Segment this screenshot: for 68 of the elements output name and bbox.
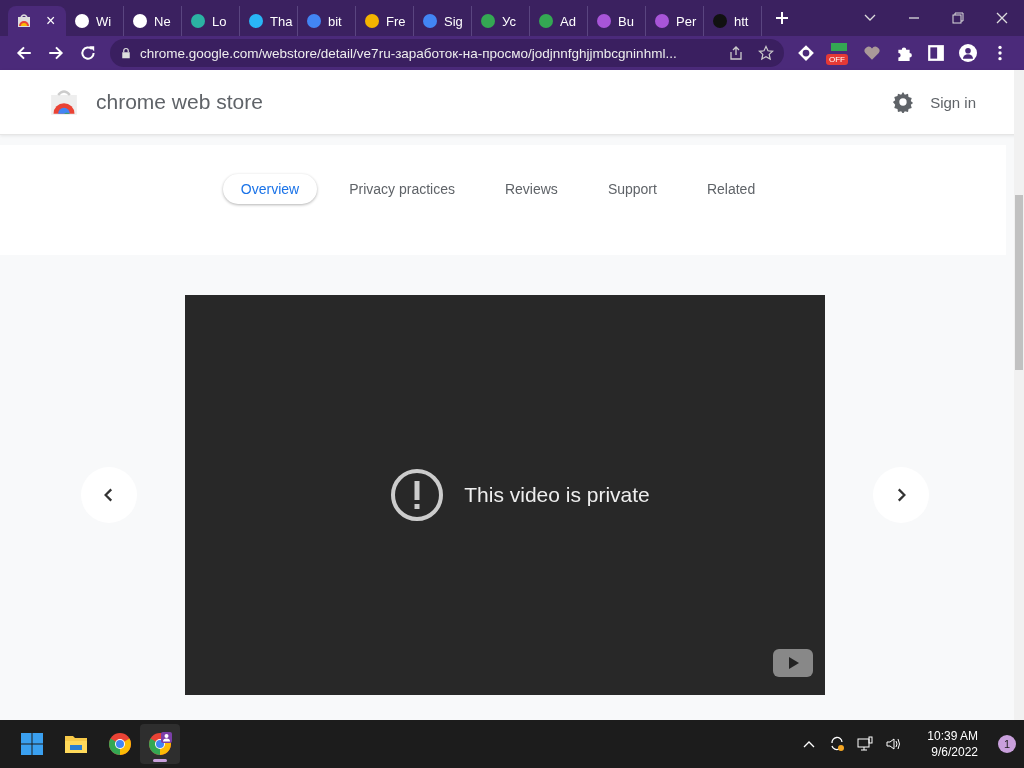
close-icon[interactable]: × — [46, 12, 56, 30]
tab-title: htt — [734, 13, 749, 29]
video-message: This video is private — [464, 483, 650, 507]
back-icon[interactable] — [15, 44, 33, 62]
forward-icon[interactable] — [47, 44, 65, 62]
clock-date: 9/6/2022 — [931, 745, 978, 759]
nav-tab[interactable]: Support — [589, 174, 675, 204]
windows-start-icon[interactable] — [20, 732, 44, 756]
notification-badge[interactable]: 1 — [998, 735, 1016, 753]
favicon-icon — [422, 13, 438, 29]
tab-title: Wi — [96, 13, 112, 29]
tab-title: Ad — [560, 13, 576, 29]
chrome-icon[interactable] — [108, 732, 132, 756]
video-player[interactable]: This video is private — [185, 295, 825, 695]
tab-title: Tha — [270, 13, 293, 29]
nav-tab[interactable]: Reviews — [486, 174, 576, 204]
nav-tab[interactable]: Overview — [222, 174, 318, 204]
sync-icon[interactable] — [829, 736, 846, 752]
profile-icon[interactable] — [959, 44, 977, 62]
tab-title: Sig — [444, 13, 463, 29]
store-icon — [16, 13, 32, 29]
address-bar[interactable]: chrome.google.com/webstore/detail/ve7ru-заработок-на-просмо/jodjnnfghjjmbcgninhml... — [110, 39, 784, 67]
favicon-icon — [480, 13, 496, 29]
close-icon[interactable] — [994, 10, 1010, 26]
reload-icon[interactable] — [79, 44, 97, 62]
favicon-icon — [306, 13, 322, 29]
heart-icon[interactable] — [863, 44, 881, 62]
tab-title: bit — [328, 13, 342, 29]
extension-button[interactable]: OFF — [826, 41, 852, 65]
nav-tab[interactable]: Related — [688, 174, 774, 204]
off-badge: OFF — [826, 54, 848, 65]
url-text: chrome.google.com/webstore/detail/ve7ru-заработок-на-просмо/jodjnnfghjjmbcgninhml... — [140, 45, 678, 61]
favicon-icon — [654, 13, 670, 29]
browser-tab[interactable]: × — [8, 6, 66, 36]
restore-icon[interactable] — [950, 10, 966, 26]
new-tab-icon[interactable] — [774, 10, 790, 26]
extension-icon[interactable] — [797, 44, 815, 62]
tab-title: Per — [676, 13, 697, 29]
side-panel-icon[interactable] — [927, 44, 945, 62]
favicon-icon — [596, 13, 612, 29]
store-title: chrome web store — [96, 90, 263, 114]
volume-icon[interactable] — [885, 736, 902, 752]
sign-in-link[interactable]: Sign in — [930, 93, 976, 111]
share-icon[interactable] — [728, 45, 744, 61]
chrome-profile-button[interactable] — [140, 724, 180, 764]
settings-icon[interactable] — [892, 91, 915, 113]
star-icon[interactable] — [758, 45, 774, 61]
tab-title: Ne — [154, 13, 171, 29]
favicon-icon — [712, 13, 728, 29]
clock-time: 10:39 AM — [927, 729, 978, 743]
scrollbar[interactable] — [1014, 70, 1024, 720]
store-logo-icon — [50, 88, 78, 116]
favicon-icon — [74, 13, 90, 29]
tab-title: Lo — [212, 13, 227, 29]
tab-title: Fre — [386, 13, 406, 29]
favicon-icon — [538, 13, 554, 29]
favicon-icon — [132, 13, 148, 29]
favicon-icon — [248, 13, 264, 29]
network-icon[interactable] — [857, 736, 874, 752]
chrome-profile-icon — [148, 732, 172, 756]
nav-tab[interactable]: Privacy practices — [331, 174, 473, 204]
favicon-icon — [364, 13, 380, 29]
play-icon[interactable] — [773, 649, 813, 677]
tab-title: Ус — [502, 13, 516, 29]
tab-title: Bu — [618, 13, 634, 29]
lock-icon — [120, 47, 132, 59]
favicon-icon — [190, 13, 206, 29]
warning-icon — [390, 468, 445, 522]
